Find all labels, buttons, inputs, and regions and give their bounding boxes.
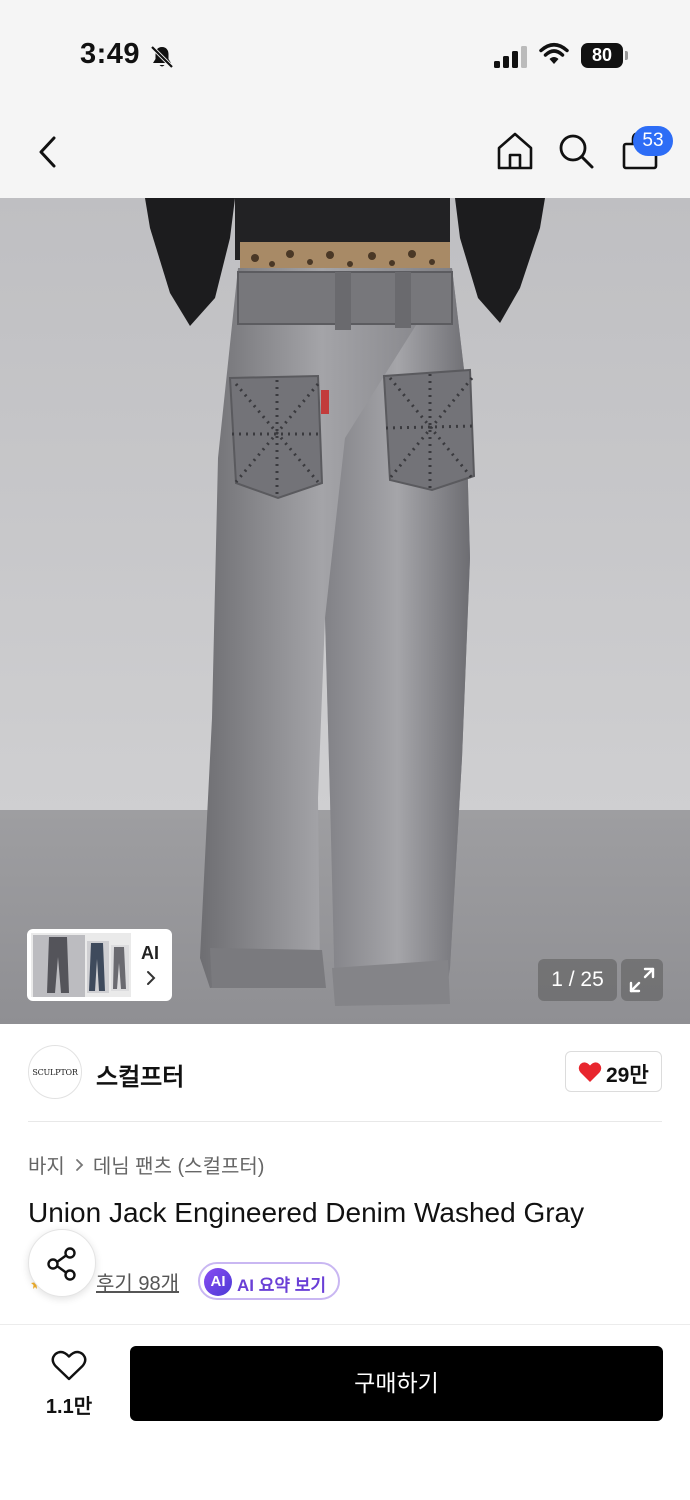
search-icon[interactable] <box>556 130 596 172</box>
share-icon <box>47 1247 76 1281</box>
ai-similar-items-card[interactable]: AI <box>27 929 172 1001</box>
bell-slash-icon <box>150 45 174 69</box>
ai-badge-icon: AI <box>204 1268 232 1296</box>
heart-outline-icon <box>51 1350 87 1381</box>
brand-logo[interactable]: SCULPTOR <box>28 1045 82 1099</box>
similar-items-thumbnails <box>31 933 131 997</box>
back-chevron-icon[interactable] <box>32 132 66 172</box>
reviews-link[interactable]: 후기 98개 <box>96 1267 179 1296</box>
top-navigation-bar <box>0 100 690 198</box>
status-time: 3:49 <box>80 38 141 70</box>
image-counter: 1 / 25 <box>538 959 617 1001</box>
ai-summary-label: AI 요약 보기 <box>237 1276 327 1295</box>
ai-summary-button[interactable]: AI AI 요약 보기 <box>198 1262 340 1300</box>
brand-like-button[interactable]: 29만 <box>565 1051 662 1092</box>
buy-button[interactable]: 구매하기 <box>130 1346 663 1421</box>
heart-filled-icon <box>578 1062 602 1082</box>
chevron-right-icon <box>147 971 156 985</box>
cellular-signal-icon <box>494 46 527 68</box>
breadcrumb-item-denim[interactable]: 데님 팬츠 (스컬프터) <box>93 1150 265 1179</box>
product-image-gallery[interactable] <box>0 198 690 1024</box>
wishlist-count: 1.1만 <box>45 1396 93 1418</box>
cart-count-badge: 53 <box>633 126 673 156</box>
status-bar: 3:49 80 <box>0 0 690 100</box>
chevron-right-icon <box>75 1158 84 1171</box>
battery-level: 80 <box>581 43 623 68</box>
product-photo <box>0 198 690 1024</box>
wishlist-button[interactable]: 1.1만 <box>38 1348 100 1418</box>
breadcrumb-item-pants[interactable]: 바지 <box>28 1150 65 1179</box>
battery-icon: 80 <box>581 43 629 68</box>
product-title: Union Jack Engineered Denim Washed Gray <box>28 1197 585 1228</box>
brand-name[interactable]: 스컬프터 <box>96 1057 184 1092</box>
expand-icon <box>629 967 655 993</box>
divider <box>28 1121 662 1122</box>
expand-button[interactable] <box>621 959 663 1001</box>
home-icon[interactable] <box>495 130 535 172</box>
wifi-icon <box>539 43 569 64</box>
breadcrumb: 바지 데님 팬츠 (스컬프터) <box>28 1150 264 1179</box>
share-button[interactable] <box>28 1229 96 1297</box>
ai-label: AI <box>141 943 159 963</box>
divider <box>0 1324 690 1325</box>
brand-like-count: 29만 <box>606 1064 649 1087</box>
